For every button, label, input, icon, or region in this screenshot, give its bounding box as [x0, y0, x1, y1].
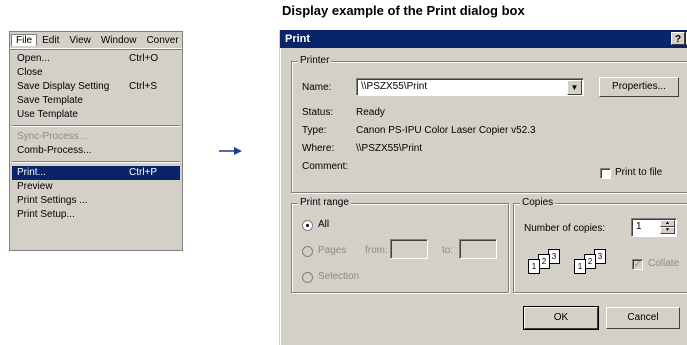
- print-to-file-label: Print to file: [615, 167, 663, 178]
- name-label: Name:: [302, 82, 332, 93]
- pages-label: Pages: [318, 245, 347, 256]
- menu-item-comb-process[interactable]: Comb-Process...: [12, 144, 180, 158]
- printer-group-label: Printer: [298, 55, 332, 66]
- all-label: All: [318, 219, 330, 230]
- menu-item-open[interactable]: Open... Ctrl+O: [12, 52, 180, 66]
- menu-item-save-display-setting[interactable]: Save Display Setting Ctrl+S: [12, 80, 180, 94]
- printer-group: Printer Name: \\PSZX55\Print ▼ Propertie…: [291, 55, 687, 193]
- page-icon: 1: [574, 259, 586, 274]
- menu-item-label: Save Display Setting: [17, 81, 110, 92]
- menu-item-label: Comb-Process...: [17, 145, 92, 156]
- menu-file[interactable]: File: [11, 34, 38, 46]
- menu-item-label: Print Setup...: [17, 209, 75, 220]
- menu-item-sync-process: Sync-Process...: [12, 130, 180, 144]
- copies-value: 1: [636, 221, 642, 232]
- menu-item-label: Preview: [17, 181, 53, 192]
- copies-stepper[interactable]: 1 ▲ ▼: [631, 218, 677, 237]
- copies-label: Copies: [520, 197, 556, 208]
- print-range-group: Print range All Pages from: to: Selectio…: [291, 197, 509, 293]
- dialog-title: Print: [285, 33, 311, 45]
- menu-item-label: Print Settings ...: [17, 195, 88, 206]
- spin-buttons[interactable]: ▲ ▼: [660, 220, 675, 235]
- menu-item-print[interactable]: Print... Ctrl+P: [12, 166, 180, 180]
- caption: Display example of the Print dialog box: [282, 3, 525, 18]
- spin-down-icon[interactable]: ▼: [660, 227, 675, 234]
- number-of-copies-label: Number of copies:: [524, 223, 606, 234]
- collate-checkbox: ✓: [632, 259, 643, 270]
- menu-item-label: Print...: [17, 167, 46, 178]
- print-dialog: Print ? x Printer Name: \\PSZX55\Print ▼…: [279, 30, 687, 345]
- menu-item-shortcut: Ctrl+S: [129, 81, 158, 92]
- status-value: Ready: [356, 107, 385, 118]
- help-button[interactable]: ?: [671, 32, 685, 45]
- status-label: Status:: [302, 107, 334, 118]
- from-label: from:: [365, 245, 388, 256]
- right-arrow-icon: [219, 147, 242, 155]
- menu-bar: File Edit View Window Conver: [10, 32, 182, 49]
- ok-button[interactable]: OK: [523, 306, 599, 330]
- menu-item-label: Sync-Process...: [17, 131, 88, 142]
- menu-item-shortcut: Ctrl+O: [129, 53, 159, 64]
- to-label: to:: [442, 245, 454, 256]
- menu-item-save-template[interactable]: Save Template: [12, 94, 180, 108]
- where-value: \\PSZX55\Print: [356, 143, 423, 154]
- cancel-button[interactable]: Cancel: [606, 307, 680, 329]
- menu-item-print-settings[interactable]: Print Settings ...: [12, 194, 180, 208]
- spin-up-icon[interactable]: ▲: [660, 220, 675, 227]
- menu-item-print-setup[interactable]: Print Setup...: [12, 208, 180, 222]
- selection-radio: [302, 272, 313, 283]
- pages-radio: [302, 246, 313, 257]
- file-menu: File Edit View Window Conver Open... Ctrl…: [9, 31, 183, 251]
- menu-item-close[interactable]: Close: [12, 66, 180, 80]
- copies-group: Copies Number of copies: 1 ▲ ▼ 3 2 1 3 2…: [513, 197, 687, 293]
- menu-item-label: Save Template: [17, 95, 83, 106]
- page-icon: 1: [528, 259, 540, 274]
- print-range-label: Print range: [298, 197, 351, 208]
- collate-label: Collate: [648, 258, 680, 269]
- from-input: [390, 239, 428, 259]
- menu-separator: [12, 161, 180, 163]
- menu-item-use-template[interactable]: Use Template: [12, 108, 180, 122]
- menu-edit[interactable]: Edit: [37, 35, 64, 46]
- menu-window[interactable]: Window: [96, 35, 142, 46]
- menu-view[interactable]: View: [64, 35, 96, 46]
- type-label: Type:: [302, 125, 327, 136]
- printer-name-value: \\PSZX55\Print: [361, 81, 428, 92]
- where-label: Where:: [302, 143, 335, 154]
- chevron-down-icon[interactable]: ▼: [567, 80, 582, 95]
- to-input: [459, 239, 497, 259]
- menu-item-label: Close: [17, 67, 43, 78]
- comment-label: Comment:: [302, 161, 349, 172]
- dialog-titlebar: Print ? x: [280, 30, 687, 48]
- type-value: Canon PS-IPU Color Laser Copier v52.3: [356, 125, 536, 136]
- menu-item-label: Open...: [17, 53, 50, 64]
- properties-button[interactable]: Properties...: [599, 77, 679, 97]
- menu-item-preview[interactable]: Preview: [12, 180, 180, 194]
- menu-separator: [12, 125, 180, 127]
- print-to-file-checkbox[interactable]: [600, 168, 611, 179]
- file-menu-list: Open... Ctrl+O Close Save Display Setting…: [10, 49, 182, 222]
- selection-label: Selection: [318, 271, 360, 282]
- menu-item-label: Use Template: [17, 109, 78, 120]
- printer-name-select[interactable]: \\PSZX55\Print ▼: [356, 78, 584, 96]
- all-radio[interactable]: [302, 220, 313, 231]
- menu-item-shortcut: Ctrl+P: [129, 167, 158, 178]
- menu-convert[interactable]: Conver: [141, 35, 182, 46]
